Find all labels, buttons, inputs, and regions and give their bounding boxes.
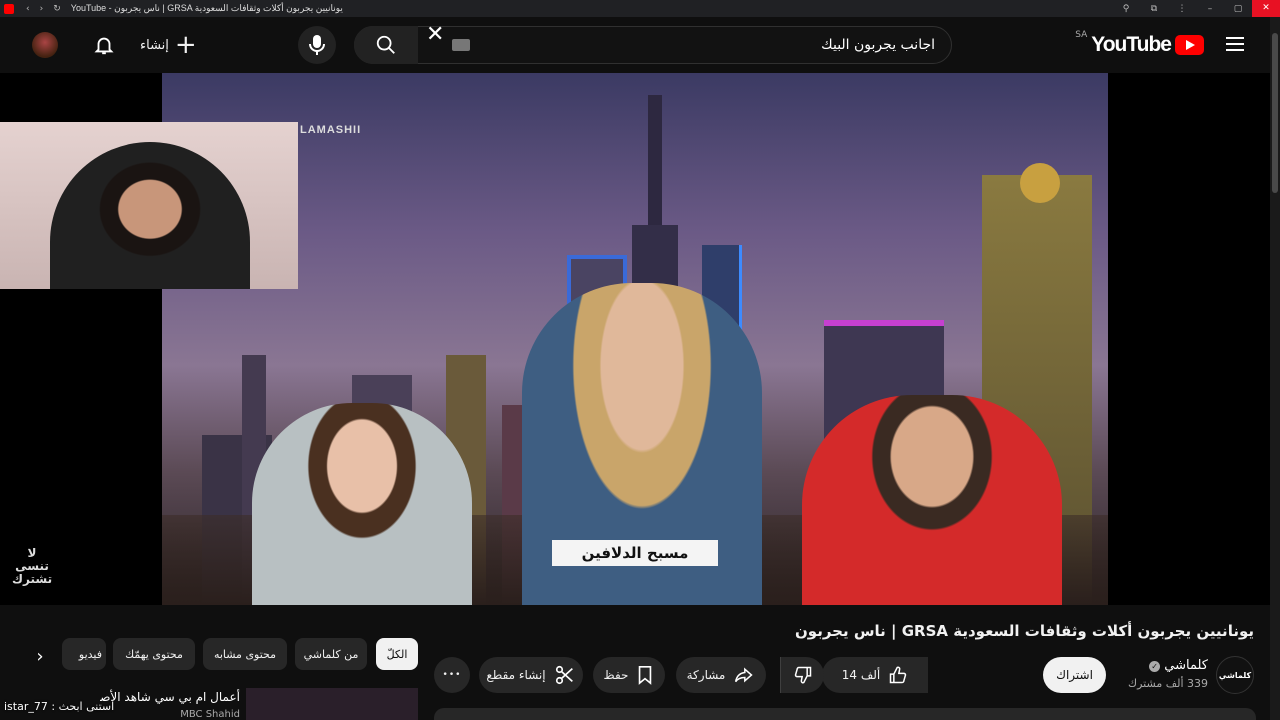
search-icon [376, 35, 395, 54]
chip-videos[interactable]: فيديو [62, 638, 106, 670]
stream-chat-overlay: istar_77 : استنى ابحث [4, 700, 115, 713]
share-label: مشاركة [686, 668, 726, 682]
girl [252, 403, 472, 605]
zoom-icon[interactable]: ⚲ [1112, 4, 1140, 14]
plus-icon: + [174, 30, 197, 60]
notifications-button[interactable] [92, 27, 116, 63]
thumbs-up-icon [890, 666, 907, 684]
recommendation-item[interactable]: أعمال ام بي سي شاهد الأصلية MBC Shahid [100, 688, 418, 720]
extensions-icon[interactable]: ⧉ [1140, 4, 1168, 14]
chevron-right-icon[interactable]: › [26, 642, 54, 670]
account-avatar[interactable] [32, 32, 58, 58]
scissors-icon [555, 665, 573, 685]
recommendation-title[interactable]: أعمال ام بي سي شاهد الأصلية [100, 690, 240, 704]
browser-nav: ‹ › ↻ [26, 4, 61, 14]
comment-box-edge [434, 708, 1256, 720]
scrollbar-thumb[interactable] [1272, 33, 1278, 193]
chip-for-you[interactable]: محتوى يهمّك [113, 638, 195, 670]
keyboard-icon[interactable] [452, 39, 470, 51]
clear-search-icon[interactable]: ✕ [426, 24, 444, 46]
chip-from-channel[interactable]: من كلماشي [295, 638, 367, 670]
more-actions-button[interactable]: ••• [434, 657, 470, 693]
verified-icon: ✓ [1149, 661, 1161, 672]
browser-title-bar: ‹ › ↻ YouTube - ناس يجربون | GRSA يوناني… [0, 0, 1280, 17]
youtube-logo[interactable]: SA YouTube [1075, 17, 1204, 73]
reload-icon[interactable]: ↻ [53, 4, 61, 14]
like-count: 14 ألف [841, 668, 881, 682]
video-player[interactable]: LAMASHII مسبح الدلافين لا تنسى تشترك [0, 73, 1270, 605]
recommendation-channel: MBC Shahid [180, 709, 240, 720]
subscribe-reminder: لا تنسى تشترك [12, 546, 53, 586]
minimize-button[interactable]: – [1196, 4, 1224, 14]
page-scrollbar[interactable] [1270, 17, 1280, 720]
browser-menu-icon[interactable]: ⋮ [1168, 4, 1196, 14]
share-icon [735, 667, 753, 683]
youtube-play-icon [1175, 35, 1204, 55]
restore-button[interactable]: ▢ [1224, 4, 1252, 14]
search-button[interactable] [354, 26, 418, 64]
like-button[interactable]: 14 ألف [822, 657, 928, 693]
tab-title: YouTube - ناس يجربون | GRSA يونانيين يجر… [70, 3, 343, 13]
share-button[interactable]: مشاركة [676, 657, 766, 693]
close-button[interactable]: ✕ [1252, 0, 1280, 17]
video-caption: مسبح الدلافين [552, 540, 718, 566]
voice-search-button[interactable] [298, 26, 336, 64]
clip-label: إنشاء مقطع [486, 668, 546, 682]
save-label: حفظ [603, 668, 629, 682]
video-frame[interactable] [162, 73, 1108, 605]
dislike-button[interactable] [780, 657, 824, 693]
save-button[interactable]: حفظ [593, 657, 665, 693]
video-watermark: LAMASHII [300, 124, 362, 136]
bell-icon [94, 37, 114, 55]
streamer [50, 142, 250, 289]
create-label: إنشاء [140, 37, 169, 53]
subscribe-button[interactable]: اشتراك [1043, 657, 1106, 693]
subscriber-count: 339 ألف مشترك [1128, 677, 1208, 690]
channel-avatar[interactable]: كلماشي [1216, 656, 1254, 694]
create-button[interactable]: + إنشاء [140, 27, 204, 63]
forward-icon[interactable]: › [40, 4, 44, 14]
masthead: SA YouTube ✕ + إنشاء [0, 17, 1280, 73]
search-input[interactable] [505, 33, 935, 57]
menu-icon[interactable] [1226, 37, 1244, 51]
back-icon[interactable]: ‹ [26, 4, 30, 14]
logo-wordmark: YouTube [1091, 33, 1172, 56]
bookmark-icon [639, 666, 652, 685]
video-title: يونانيين يجربون أكلات وثقافات السعودية G… [795, 622, 1254, 640]
window-controls: ⚲ ⧉ ⋮ – ▢ ✕ [1112, 0, 1280, 17]
chip-all[interactable]: الكلّ [376, 638, 418, 670]
microphone-icon [309, 35, 325, 55]
boy [802, 395, 1062, 605]
streamer-webcam [0, 122, 298, 289]
faisaliah-globe [1020, 163, 1060, 203]
chip-related[interactable]: محتوى مشابه [203, 638, 287, 670]
recommendation-thumbnail[interactable] [246, 688, 418, 720]
thumbs-down-icon [794, 666, 811, 684]
youtube-favicon-icon [4, 3, 14, 14]
channel-name[interactable]: كلماشي [1164, 658, 1208, 673]
country-code: SA [1075, 30, 1088, 40]
channel-name-row[interactable]: كلماشي ✓ [1145, 658, 1208, 673]
clip-button[interactable]: إنشاء مقطع [479, 657, 583, 693]
